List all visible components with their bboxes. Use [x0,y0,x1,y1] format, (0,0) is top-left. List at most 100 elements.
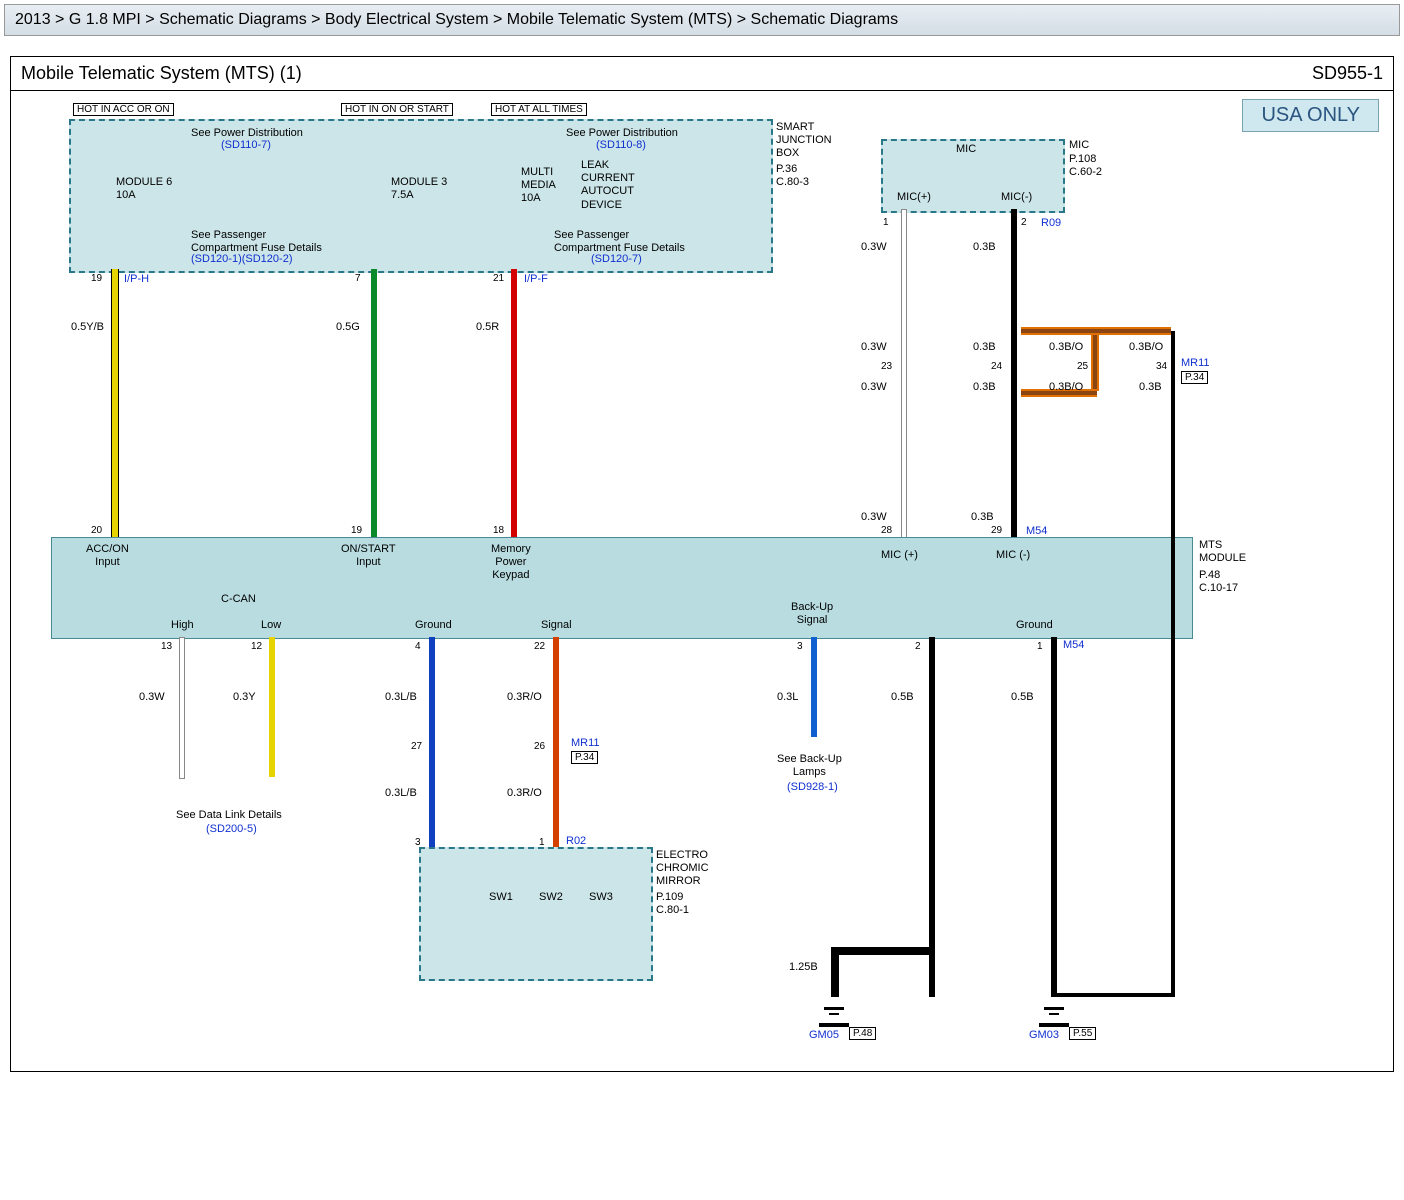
w05b-2: 0.5B [1011,691,1034,704]
usa-only-badge: USA ONLY [1242,99,1379,132]
sw3: SW3 [589,891,613,904]
w03l: 0.3L [777,691,798,704]
passenger-1-ref: (SD120-1)(SD120-2) [191,253,292,265]
pin-2-mic: 2 [1021,217,1027,228]
pin-1-mic: 1 [883,217,889,228]
w03bo-2: 0.3B/O [1049,381,1083,394]
mic-minus: MIC(-) [1001,191,1032,204]
pin-12: 12 [251,641,262,652]
bulamps: See Back-Up Lamps [777,753,842,779]
gm03-label: GM03 [1029,1029,1059,1041]
pin-13: 13 [161,641,172,652]
pin-22: 22 [534,641,545,652]
r02-label: R02 [566,835,586,847]
mts-module-label: MTS MODULE [1199,539,1246,565]
passenger-2-ref: (SD120-7) [591,253,642,265]
pin-29: 29 [991,525,1002,536]
pin-19: 19 [91,273,102,284]
ground-label-2: Ground [1016,619,1053,632]
wire-gm05-h [831,947,935,955]
w03b-1: 0.3B [973,241,996,254]
wire-gm05-v [831,951,839,997]
pin-7: 7 [355,273,361,284]
wire-gnd1 [929,637,935,997]
w03b-shield: 0.3B [1139,381,1162,394]
wire-bo-2 [1021,327,1171,335]
wire-micn [1011,209,1017,537]
wiring-diagram: USA ONLY HOT IN ACC OR ON HOT IN ON OR S… [11,91,1391,1071]
pin-18: 18 [493,525,504,536]
m54-bot: M54 [1063,639,1084,651]
input-on: ON/START Input [341,543,396,569]
w03lb-1: 0.3L/B [385,691,417,704]
w03y-can: 0.3Y [233,691,256,704]
pin-34: 34 [1156,361,1167,372]
gm05-label: GM05 [809,1029,839,1041]
m54-top: M54 [1026,525,1047,537]
sw1: SW1 [489,891,513,904]
w03w-4: 0.3W [861,511,887,524]
leak-device: LEAK CURRENT AUTOCUT DEVICE [581,159,635,212]
hot-on-start-label: HOT IN ON OR START [341,103,453,116]
wire-gnd2 [1051,637,1057,997]
diagram-title: Mobile Telematic System (MTS) (1) [21,63,302,84]
wire-micp [901,209,907,539]
pin-4: 4 [415,641,421,652]
diagram-container: Mobile Telematic System (MTS) (1) SD955-… [10,56,1394,1072]
pin-23: 23 [881,361,892,372]
pin-2b: 2 [915,641,921,652]
p55-tag: P.55 [1069,1027,1096,1040]
wire-can-l [269,637,275,777]
r09-label: R09 [1041,217,1061,229]
wire-shield-h [1055,993,1173,997]
w03w-3: 0.3W [861,381,887,394]
w03ro-2: 0.3R/O [507,787,542,800]
ground-gm05-icon [819,999,849,1027]
wire-r-label: 0.5R [476,321,499,334]
pin-19b: 19 [351,525,362,536]
wire-shield [1171,331,1175,391]
w03w-can: 0.3W [139,691,165,704]
pin-3: 3 [797,641,803,652]
p34-bot: P.34 [571,751,598,764]
mr11-top: MR11 [1181,357,1210,369]
diagram-code: SD955-1 [1312,63,1383,84]
input-micn: MIC (-) [996,549,1030,562]
input-acc: ACC/ON Input [86,543,129,569]
dlink-ref: (SD200-5) [206,823,257,835]
ground-label: Ground [415,619,452,632]
wire-l [811,637,817,737]
w03b-2: 0.3B [973,341,996,354]
w03ro-1: 0.3R/O [507,691,542,704]
pin-25: 25 [1077,361,1088,372]
pin-24: 24 [991,361,1002,372]
w125b: 1.25B [789,961,818,974]
p34-top: P.34 [1181,371,1208,384]
ground-gm03-icon [1039,999,1069,1027]
dlink-label: See Data Link Details [176,809,282,822]
wire-g [371,269,377,537]
signal-label: Signal [541,619,572,632]
hot-acc-on-label: HOT IN ACC OR ON [73,103,174,116]
breadcrumb: 2013 > G 1.8 MPI > Schematic Diagrams > … [4,4,1400,36]
multimedia: MULTI MEDIA 10A [521,166,556,206]
wire-can-h [179,637,185,779]
sjb-ref: P.36 C.80-3 [776,163,809,189]
ccan-label: C-CAN [221,593,256,606]
wire-yb [111,269,119,537]
mic-label: MIC [1069,139,1089,152]
wire-bo-1 [1091,331,1099,391]
pin-21: 21 [493,273,504,284]
ecm-label: ELECTRO CHROMIC MIRROR [656,849,709,889]
input-micp: MIC (+) [881,549,918,562]
wire-yb-label: 0.5Y/B [71,321,104,334]
module-3: MODULE 3 7.5A [391,176,447,202]
diagram-titlebar: Mobile Telematic System (MTS) (1) SD955-… [11,57,1393,91]
w03bo-1: 0.3B/O [1049,341,1083,354]
pin-27: 27 [411,741,422,752]
pin-1c: 1 [1037,641,1043,652]
backup-label: Back-Up Signal [791,601,833,627]
wire-r [511,269,517,537]
w03b-3: 0.3B [973,381,996,394]
pin-28: 28 [881,525,892,536]
